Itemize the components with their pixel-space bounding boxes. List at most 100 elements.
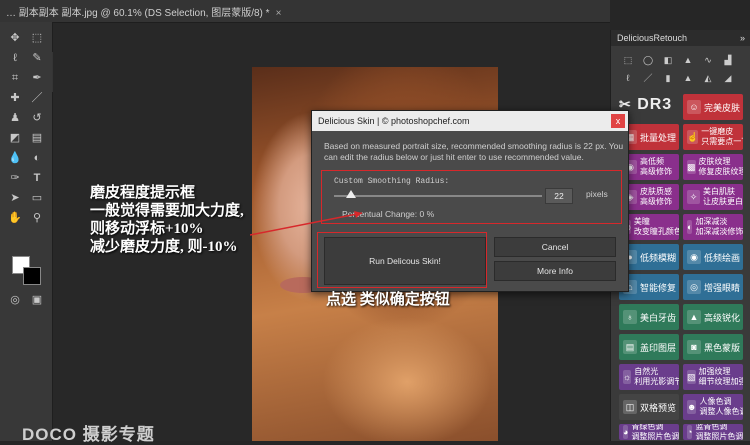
retouch-button-label: 黑色蒙版 xyxy=(704,342,741,353)
eyedropper-tool-icon[interactable]: ✒ xyxy=(28,70,46,86)
retouch-button-label: 加深减淡 加深减淡修饰 xyxy=(695,217,743,236)
lasso-tool-icon[interactable]: ℓ xyxy=(6,50,24,66)
retouch-button-cyan-green-tone[interactable]: ◕ 青绿色调 调整照片色调 xyxy=(619,424,679,440)
mini-lasso-icon[interactable]: ℓ xyxy=(621,72,635,84)
texture-icon: ▩ xyxy=(687,160,696,174)
annotation-line-1: 磨皮程度提示框 xyxy=(90,185,196,201)
retouch-button-dodge-burn[interactable]: ◐ 加深减淡 加深减淡修饰 xyxy=(683,214,743,240)
retouch-button-whiten-teeth[interactable]: ♁ 美白牙齿 xyxy=(619,304,679,330)
mini-hsl-icon[interactable]: ◢ xyxy=(721,72,735,84)
annotation-pointer-line xyxy=(250,211,363,236)
mini-exposure-icon[interactable]: ◭ xyxy=(701,72,715,84)
collapse-panel-icon[interactable]: » xyxy=(740,30,745,46)
mini-select-icon[interactable]: ⬚ xyxy=(621,54,635,66)
document-tab[interactable]: … 副本副本 副本.jpg @ 60.1% (DS Selection, 图层蒙… xyxy=(6,4,281,19)
retouch-button-low-freq-paint[interactable]: ◉ 低频绘画 xyxy=(683,244,743,270)
retouch-button-whiten-skin[interactable]: ✧ 美白肌肤 让皮肤更白 xyxy=(683,184,743,210)
mini-circle-icon[interactable]: ◯ xyxy=(641,54,655,66)
retouch-button-label: 低频绘画 xyxy=(704,252,741,263)
cancel-button[interactable]: Cancel xyxy=(494,237,616,257)
retouch-button-label: 美瞳 改变瞳孔颜色 xyxy=(633,217,679,236)
retouch-button-label: 蓝青色调 调整照片色调 xyxy=(695,424,743,440)
watermark: DOCO 摄影专题 xyxy=(22,425,155,444)
annotation-line-3: 则移动浮标+10% xyxy=(90,221,204,237)
retouch-button-black-mask[interactable]: ◙ 黑色蒙版 xyxy=(683,334,743,360)
shape-tool-icon[interactable]: ▭ xyxy=(28,190,46,206)
tooth-icon: ♁ xyxy=(623,310,637,324)
retouch-panel-header: DeliciousRetouch » xyxy=(611,30,750,46)
dodge-burn-icon: ◐ xyxy=(687,220,693,234)
mini-levels-icon[interactable]: ▲ xyxy=(681,54,695,66)
dialog-title: Delicious Skin | © photoshopchef.com xyxy=(318,116,470,126)
retouch-button-natural-light[interactable]: ☼ 自然光 利用光影调节 xyxy=(619,364,679,390)
retouch-button-skin-texture[interactable]: ▩ 皮肤纹理 修复皮肤纹理 xyxy=(683,154,743,180)
background-color-swatch[interactable] xyxy=(23,267,41,285)
mini-brush-icon[interactable]: ／ xyxy=(641,72,655,84)
retouch-button-label: 加强纹理 细节纹理加强 xyxy=(698,367,743,386)
retouch-button-dual-preview[interactable]: ◫ 双格预览 xyxy=(619,394,679,420)
retouch-button-sharpen[interactable]: ▲ 高级锐化 xyxy=(683,304,743,330)
paint-icon: ◉ xyxy=(687,250,701,264)
dialog-title-bar: Delicious Skin | © photoshopchef.com x xyxy=(312,111,628,131)
more-info-button[interactable]: More Info xyxy=(494,261,616,281)
photo-hair-highlight xyxy=(322,317,492,441)
dr3-logo-text: DR3 xyxy=(637,96,673,113)
retouch-button-enhance-eyes[interactable]: ◎ 增强眼睛 xyxy=(683,274,743,300)
retouch-button-label: 完美皮肤 xyxy=(704,102,741,113)
blur-tool-icon[interactable]: 💧 xyxy=(6,150,24,166)
zoom-tool-icon[interactable]: ⚲ xyxy=(28,210,46,226)
screen-mode-icon[interactable]: ▣ xyxy=(28,292,46,308)
clone-stamp-tool-icon[interactable]: ♟ xyxy=(6,110,24,126)
retouch-button-label: 皮肤纹理 修复皮肤纹理 xyxy=(698,157,743,176)
palette-icon: ◔ xyxy=(687,425,693,439)
mini-vibrance-icon[interactable]: ▲ xyxy=(681,72,695,84)
retouch-button-label: 高级锐化 xyxy=(704,312,741,323)
history-brush-tool-icon[interactable]: ↺ xyxy=(28,110,46,126)
dialog-close-button[interactable]: x xyxy=(611,114,625,128)
annotation-line-4: 减少磨皮力度, 则-10% xyxy=(90,239,238,255)
retouch-button-label: 高低频 高级修饰 xyxy=(640,157,672,176)
retouch-button-perfect-skin[interactable]: ☺ 完美皮肤 xyxy=(683,94,743,120)
hand-tool-icon[interactable]: ✋ xyxy=(6,210,24,226)
preview-icon: ◫ xyxy=(623,400,637,414)
healing-brush-tool-icon[interactable]: ✚ xyxy=(6,90,24,106)
gradient-tool-icon[interactable]: ▤ xyxy=(28,130,46,146)
retouch-button-label: 美白牙齿 xyxy=(640,312,677,323)
move-tool-icon[interactable]: ✥ xyxy=(6,30,24,46)
retouch-button-label: 美白肌肤 让皮肤更白 xyxy=(703,187,743,206)
retouch-button-label: 智能修复 xyxy=(640,282,677,293)
retouch-panel-title: DeliciousRetouch xyxy=(617,33,688,43)
mini-gradient-icon[interactable]: ◧ xyxy=(661,54,675,66)
quick-mask-icon[interactable]: ◎ xyxy=(6,292,24,308)
mini-histogram-icon[interactable]: ▟ xyxy=(721,54,735,66)
dodge-tool-icon[interactable]: ◐ xyxy=(28,150,46,166)
marquee-tool-icon[interactable]: ⬚ xyxy=(28,30,46,46)
retouch-button-label: 自然光 利用光影调节 xyxy=(634,367,679,386)
dialog-info-text: Based on measured portrait size, recomme… xyxy=(324,141,624,162)
sparkle-icon: ✧ xyxy=(687,190,700,204)
eraser-tool-icon[interactable]: ◩ xyxy=(6,130,24,146)
retouch-button-label: 批量处理 xyxy=(640,132,677,143)
retouch-button-portrait-tone[interactable]: ☻ 人像色调 调整人像色调 xyxy=(683,394,743,420)
mini-curves-icon[interactable]: ∿ xyxy=(701,54,715,66)
crop-tool-icon[interactable]: ⌗ xyxy=(6,70,24,86)
retouch-button-label: 青绿色调 调整照片色调 xyxy=(631,424,679,440)
triangle-icon: ▲ xyxy=(687,310,701,324)
path-selection-tool-icon[interactable]: ➤ xyxy=(6,190,24,206)
retouch-button-label: 一键磨皮 只需要点一下 xyxy=(701,127,743,146)
retouch-button-blue-cyan-tone[interactable]: ◔ 蓝青色调 调整照片色调 xyxy=(683,424,743,440)
layer-icon: ▤ xyxy=(623,340,637,354)
retouch-button-enhance-texture[interactable]: ▧ 加强纹理 细节纹理加强 xyxy=(683,364,743,390)
quick-selection-tool-icon[interactable]: ✎ xyxy=(28,50,46,66)
delicious-retouch-panel: DeliciousRetouch » ⬚ ◯ ◧ ▲ ∿ ▟ ℓ ／ ▮ ▲ ◭… xyxy=(610,30,750,441)
pen-tool-icon[interactable]: ✑ xyxy=(6,170,24,186)
retouch-button-stamp-layer[interactable]: ▤ 盖印图层 xyxy=(619,334,679,360)
mini-fill-icon[interactable]: ▮ xyxy=(661,72,675,84)
texture-icon: ▧ xyxy=(687,370,696,384)
brush-tool-icon[interactable]: ／ xyxy=(28,90,46,106)
close-document-icon[interactable]: × xyxy=(276,8,282,19)
retouch-button-one-click-smooth[interactable]: ☝一键磨皮 只需要点一下 xyxy=(683,124,743,150)
person-icon: ☻ xyxy=(687,400,697,414)
touch-icon: ☝ xyxy=(687,130,699,144)
type-tool-icon[interactable]: T xyxy=(28,170,46,186)
